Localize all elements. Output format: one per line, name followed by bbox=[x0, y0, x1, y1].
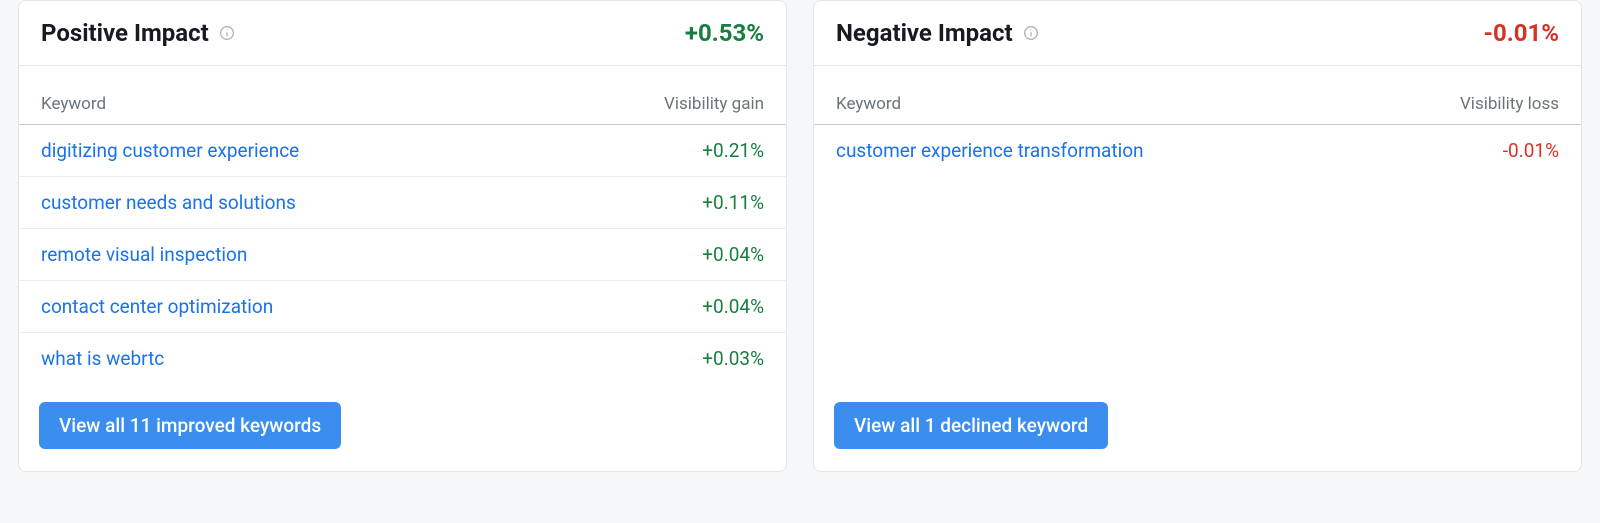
view-all-declined-button[interactable]: View all 1 declined keyword bbox=[834, 402, 1108, 449]
visibility-value: +0.03% bbox=[702, 347, 764, 370]
positive-title: Positive Impact bbox=[41, 19, 209, 47]
table-row: customer experience transformation -0.01… bbox=[814, 125, 1581, 176]
positive-impact-card: Positive Impact +0.53% Keyword Visibilit… bbox=[18, 0, 787, 472]
table-row: customer needs and solutions +0.11% bbox=[19, 177, 786, 229]
negative-title-wrap: Negative Impact bbox=[836, 19, 1039, 47]
table-row: remote visual inspection +0.04% bbox=[19, 229, 786, 281]
visibility-value: +0.21% bbox=[702, 139, 764, 162]
col-header-keyword: Keyword bbox=[836, 94, 901, 114]
positive-table-head: Keyword Visibility gain bbox=[19, 66, 786, 125]
table-row: what is webrtc +0.03% bbox=[19, 333, 786, 384]
positive-card-header: Positive Impact +0.53% bbox=[19, 1, 786, 66]
positive-rows: digitizing customer experience +0.21% cu… bbox=[19, 125, 786, 384]
visibility-value: +0.11% bbox=[702, 191, 764, 214]
keyword-link[interactable]: customer experience transformation bbox=[836, 139, 1144, 162]
keyword-link[interactable]: remote visual inspection bbox=[41, 243, 247, 266]
positive-title-wrap: Positive Impact bbox=[41, 19, 235, 47]
col-header-keyword: Keyword bbox=[41, 94, 106, 114]
impact-cards-container: Positive Impact +0.53% Keyword Visibilit… bbox=[0, 0, 1600, 472]
negative-card-header: Negative Impact -0.01% bbox=[814, 1, 1581, 66]
negative-impact-card: Negative Impact -0.01% Keyword Visibilit… bbox=[813, 0, 1582, 472]
view-all-improved-button[interactable]: View all 11 improved keywords bbox=[39, 402, 341, 449]
keyword-link[interactable]: contact center optimization bbox=[41, 295, 273, 318]
keyword-link[interactable]: customer needs and solutions bbox=[41, 191, 296, 214]
negative-rows: customer experience transformation -0.01… bbox=[814, 125, 1581, 384]
col-header-value: Visibility loss bbox=[1460, 94, 1559, 114]
keyword-link[interactable]: what is webrtc bbox=[41, 347, 164, 370]
positive-card-footer: View all 11 improved keywords bbox=[19, 384, 786, 471]
negative-total: -0.01% bbox=[1484, 19, 1559, 47]
info-icon[interactable] bbox=[1023, 25, 1039, 41]
info-icon[interactable] bbox=[219, 25, 235, 41]
col-header-value: Visibility gain bbox=[664, 94, 764, 114]
visibility-value: +0.04% bbox=[702, 295, 764, 318]
table-row: digitizing customer experience +0.21% bbox=[19, 125, 786, 177]
visibility-value: +0.04% bbox=[702, 243, 764, 266]
keyword-link[interactable]: digitizing customer experience bbox=[41, 139, 299, 162]
table-row: contact center optimization +0.04% bbox=[19, 281, 786, 333]
negative-card-footer: View all 1 declined keyword bbox=[814, 384, 1581, 471]
positive-total: +0.53% bbox=[685, 19, 764, 47]
visibility-value: -0.01% bbox=[1503, 139, 1559, 162]
negative-table-head: Keyword Visibility loss bbox=[814, 66, 1581, 125]
negative-title: Negative Impact bbox=[836, 19, 1013, 47]
